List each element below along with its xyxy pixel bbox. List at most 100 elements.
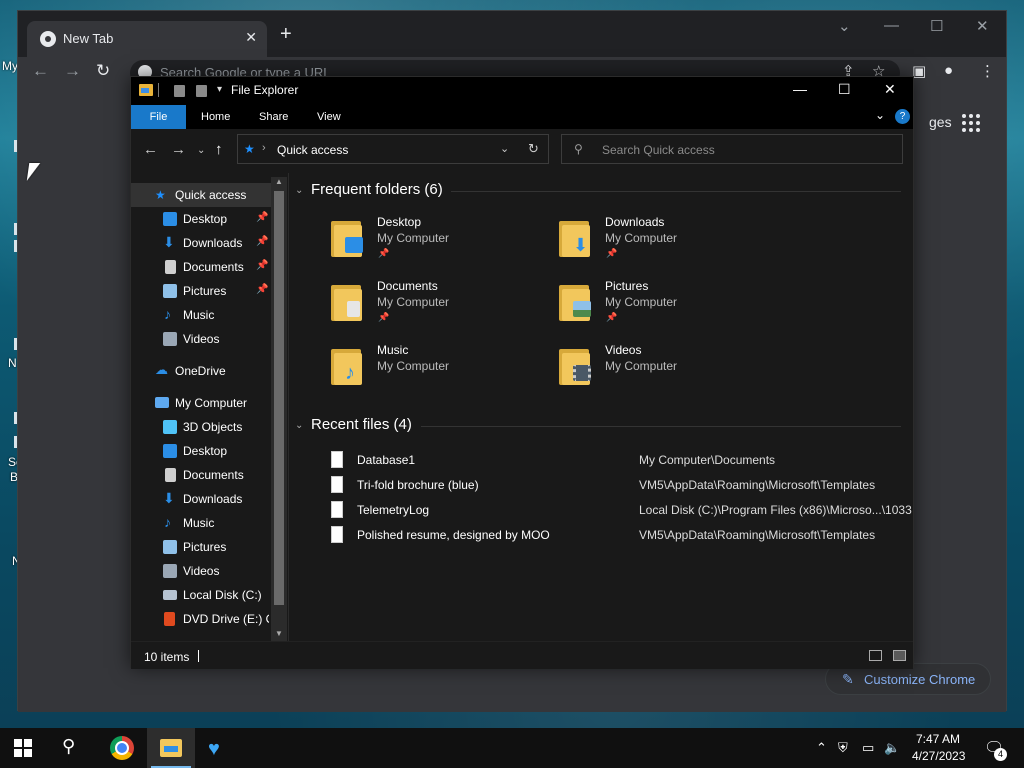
file-row[interactable]: TelemetryLog Local Disk (C:)\Program Fil…: [327, 499, 912, 521]
up-icon[interactable]: ↑: [215, 141, 223, 158]
folder-tile[interactable]: ♪ Music My Computer: [331, 343, 531, 399]
nav-item-downloads-pc[interactable]: ⬇ Downloads: [131, 487, 271, 511]
help-icon[interactable]: ?: [895, 109, 910, 124]
folder-tile[interactable]: ⬇ Downloads My Computer 📌: [559, 215, 759, 271]
pin-icon[interactable]: 📌: [256, 212, 268, 223]
forward-icon[interactable]: →: [171, 141, 186, 158]
nav-item-documents[interactable]: Documents 📌: [131, 255, 271, 279]
folder-tile[interactable]: Documents My Computer 📌: [331, 279, 531, 335]
folder-tile[interactable]: Desktop My Computer 📌: [331, 215, 531, 271]
clock-time[interactable]: 7:47 AM: [916, 732, 960, 746]
large-icons-view-icon[interactable]: [893, 650, 906, 661]
recent-files-header[interactable]: Recent files (4): [311, 416, 412, 433]
downloads-folder-icon: ⬇: [559, 219, 593, 257]
explorer-minimize-button[interactable]: —: [793, 81, 807, 97]
nav-label: Pictures: [183, 284, 227, 298]
start-button[interactable]: [14, 739, 32, 757]
tab-search-icon[interactable]: ⌄: [838, 17, 851, 35]
nav-item-dvd-drive[interactable]: DVD Drive (E:) O: [131, 607, 271, 631]
file-name: Tri-fold brochure (blue): [357, 478, 479, 492]
pin-icon[interactable]: 📌: [256, 236, 268, 247]
recent-locations-icon[interactable]: ⌄: [197, 145, 205, 156]
chrome-close-button[interactable]: ✕: [976, 17, 989, 35]
file-row[interactable]: Polished resume, designed by MOO VM5\App…: [327, 524, 907, 546]
desktop-icon-label[interactable]: N: [8, 356, 17, 370]
chrome-tab-new-tab[interactable]: New Tab ✕: [27, 21, 267, 57]
network-icon[interactable]: ▭: [862, 740, 874, 756]
nav-item-my-computer[interactable]: My Computer: [131, 391, 271, 415]
file-row[interactable]: Tri-fold brochure (blue) VM5\AppData\Roa…: [327, 474, 907, 496]
back-icon[interactable]: ←: [143, 141, 158, 158]
scroll-up-icon[interactable]: ▲: [275, 177, 283, 186]
nav-item-onedrive[interactable]: ☁ OneDrive: [131, 359, 271, 383]
google-apps-icon[interactable]: [962, 114, 980, 132]
quick-access-star-icon: ★: [244, 142, 255, 156]
nav-item-3d-objects[interactable]: 3D Objects: [131, 415, 271, 439]
desktop-icon-label[interactable]: My: [2, 59, 18, 73]
nav-label: Documents: [183, 468, 244, 482]
breadcrumb-location[interactable]: Quick access: [277, 143, 348, 157]
pin-icon[interactable]: 📌: [256, 260, 268, 271]
new-tab-button[interactable]: +: [280, 24, 292, 44]
chrome-minimize-button[interactable]: —: [884, 17, 899, 34]
chrome-maximize-button[interactable]: ☐: [930, 17, 943, 35]
new-folder-icon[interactable]: [196, 85, 207, 97]
details-view-icon[interactable]: [869, 650, 882, 661]
pane-divider[interactable]: [288, 173, 289, 641]
breadcrumb-chevron-icon[interactable]: ›: [262, 142, 266, 154]
collapse-group-icon[interactable]: ⌄: [295, 185, 303, 196]
expand-ribbon-icon[interactable]: ⌄: [875, 108, 885, 122]
reload-icon[interactable]: ↻: [96, 61, 110, 81]
scroll-down-icon[interactable]: ▼: [275, 629, 283, 638]
taskbar-chrome[interactable]: [98, 728, 146, 768]
nav-item-quick-access[interactable]: ★ Quick access: [131, 183, 271, 207]
nav-item-music[interactable]: ♪ Music: [131, 303, 271, 327]
collapse-group-icon[interactable]: ⌄: [295, 420, 303, 431]
explorer-close-button[interactable]: ✕: [884, 81, 896, 98]
status-bar: 10 items: [131, 641, 913, 669]
taskbar-file-explorer[interactable]: [147, 728, 195, 768]
nav-item-downloads[interactable]: ⬇ Downloads 📌: [131, 231, 271, 255]
folder-tile[interactable]: Pictures My Computer 📌: [559, 279, 759, 335]
customize-qat-icon[interactable]: ▾: [217, 84, 222, 95]
office-icon: [164, 612, 175, 626]
tab-close-icon[interactable]: ✕: [245, 29, 257, 46]
nav-item-pictures-pc[interactable]: Pictures: [131, 535, 271, 559]
pin-icon[interactable]: 📌: [256, 284, 268, 295]
file-row[interactable]: Database1 My Computer\Documents: [327, 449, 907, 471]
explorer-maximize-button[interactable]: ☐: [838, 81, 851, 98]
show-hidden-icons-icon[interactable]: ⌃: [816, 740, 827, 756]
refresh-icon[interactable]: ↻: [528, 141, 539, 157]
nav-item-videos-pc[interactable]: Videos: [131, 559, 271, 583]
tab-view[interactable]: View: [303, 105, 355, 129]
address-bar[interactable]: ★ › Quick access ⌄ ↻: [237, 134, 549, 164]
address-dropdown-icon[interactable]: ⌄: [500, 142, 509, 155]
side-panel-icon[interactable]: ▣: [912, 62, 926, 80]
nav-label: Desktop: [183, 444, 228, 458]
nav-item-desktop-pc[interactable]: Desktop: [131, 439, 271, 463]
volume-icon[interactable]: 🔈: [884, 740, 900, 756]
properties-icon[interactable]: [174, 85, 185, 97]
back-icon[interactable]: ←: [32, 61, 49, 81]
forward-icon[interactable]: →: [64, 61, 81, 81]
nav-item-documents-pc[interactable]: Documents: [131, 463, 271, 487]
nav-item-desktop[interactable]: Desktop 📌: [131, 207, 271, 231]
profile-icon[interactable]: ●: [944, 62, 953, 79]
nav-scroll-thumb[interactable]: [274, 191, 284, 605]
tab-home[interactable]: Home: [187, 105, 244, 129]
nav-item-videos[interactable]: Videos: [131, 327, 271, 351]
clock-date[interactable]: 4/27/2023: [912, 749, 965, 763]
folder-tile[interactable]: Videos My Computer: [559, 343, 759, 399]
search-box[interactable]: ⚲ Search Quick access: [561, 134, 903, 164]
chrome-menu-icon[interactable]: ⋮: [980, 62, 995, 80]
nav-item-music-pc[interactable]: ♪ Music: [131, 511, 271, 535]
nav-item-local-disk[interactable]: Local Disk (C:): [131, 583, 271, 607]
tab-share[interactable]: Share: [245, 105, 302, 129]
taskbar-health-app[interactable]: ♥: [196, 728, 244, 768]
nav-item-pictures[interactable]: Pictures 📌: [131, 279, 271, 303]
search-icon[interactable]: ⚲: [62, 736, 75, 757]
security-icon[interactable]: ⛨: [838, 740, 848, 756]
tab-file[interactable]: File: [131, 105, 186, 129]
frequent-folders-header[interactable]: Frequent folders (6): [311, 181, 443, 198]
images-link[interactable]: ges: [929, 114, 952, 130]
